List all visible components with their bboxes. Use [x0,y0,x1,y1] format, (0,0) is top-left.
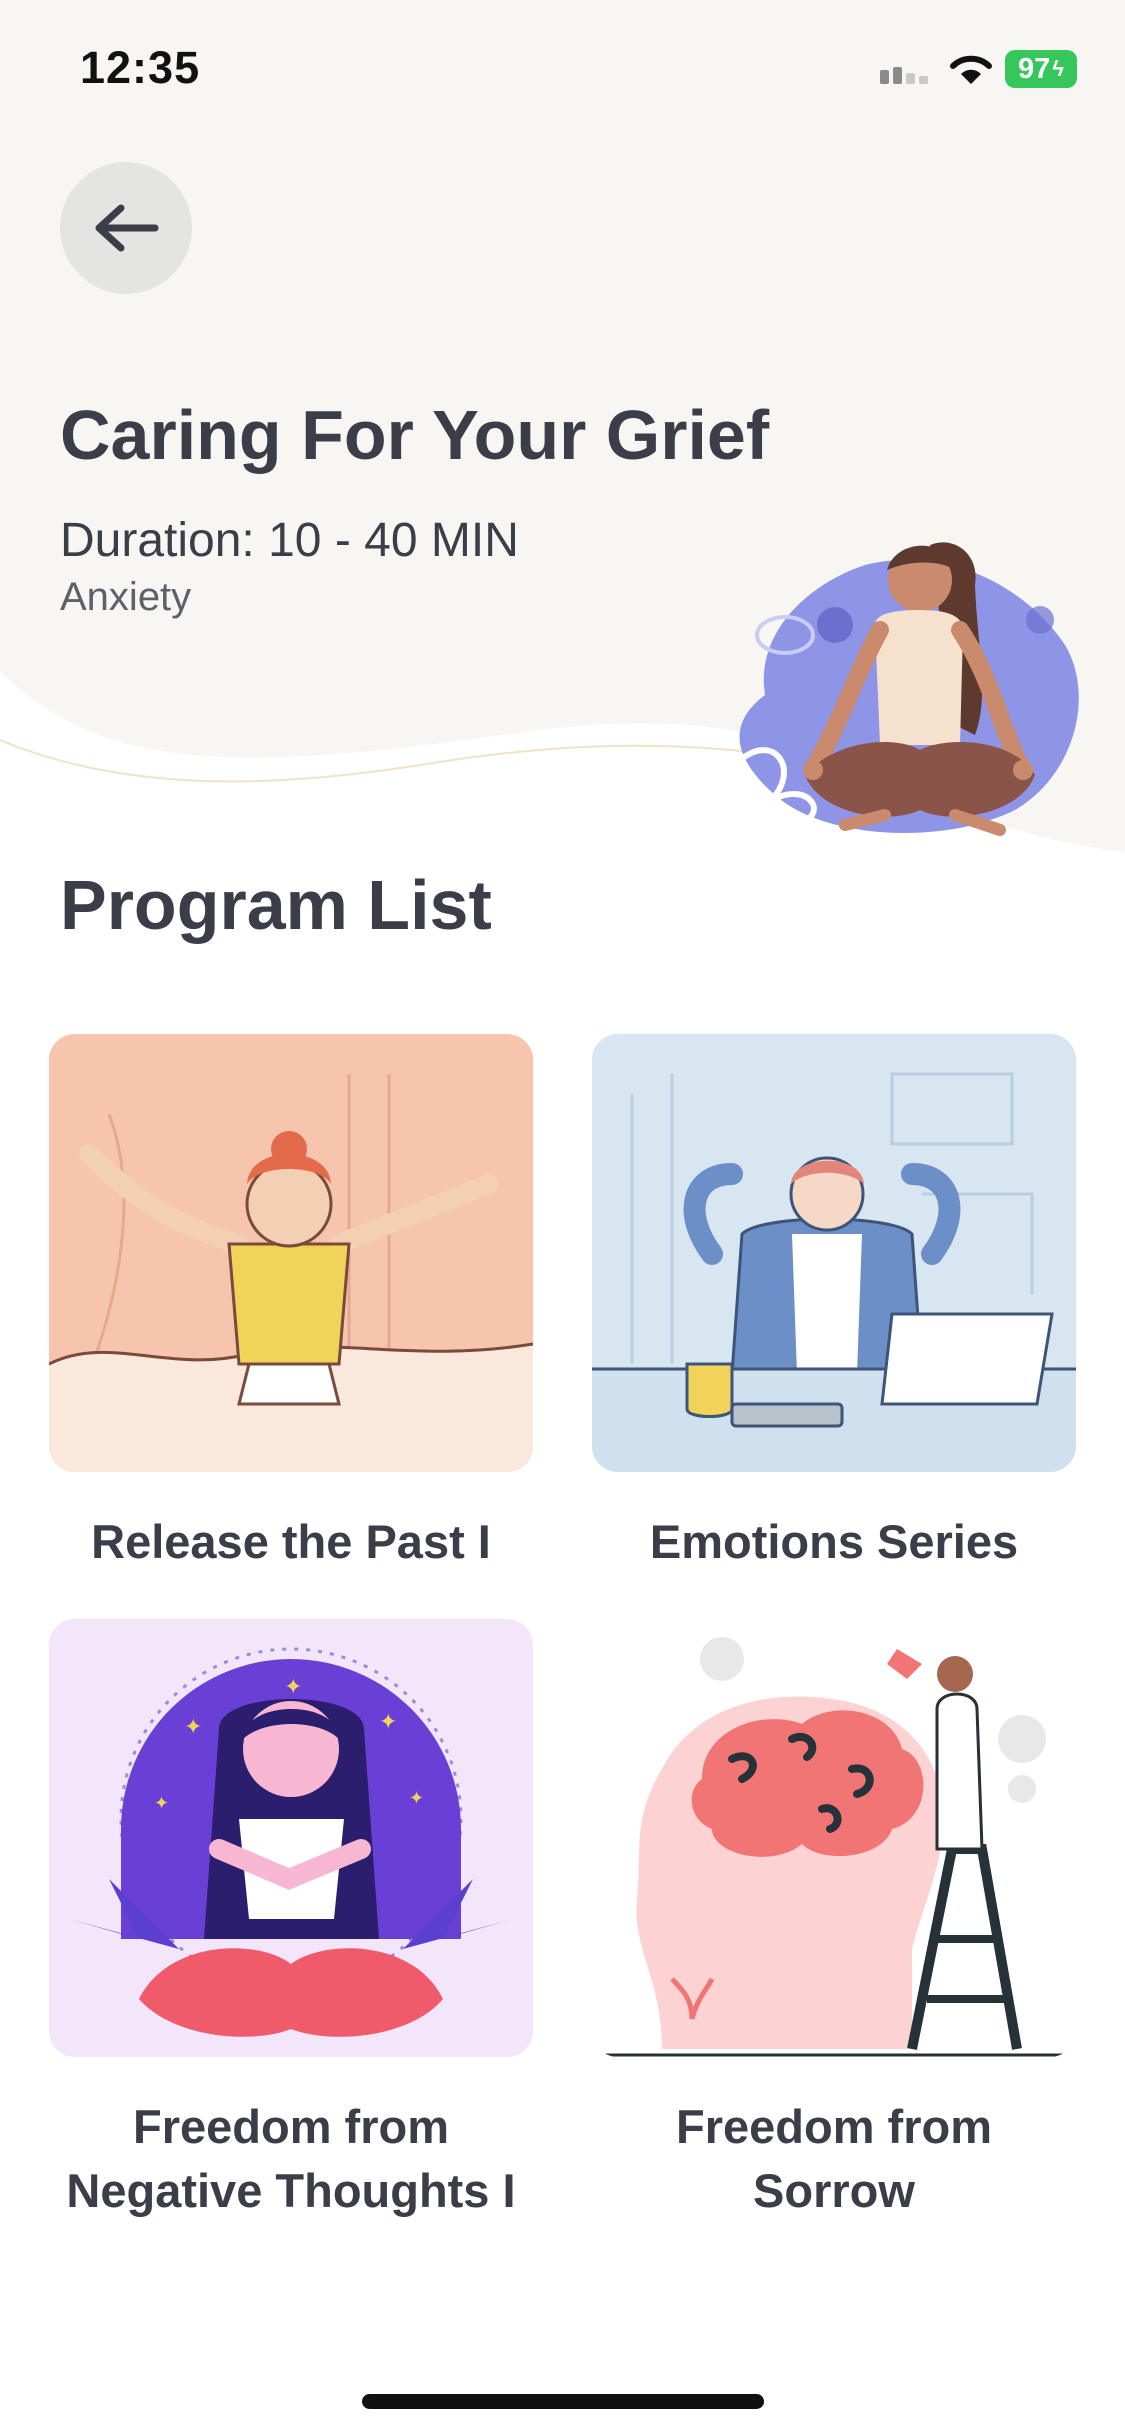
watering-brain-illustration [592,1619,1076,2057]
program-title: Release the Past I [91,1515,491,1568]
program-title: Freedom from Negative Thoughts I [66,2100,516,2217]
man-relaxing-at-desk-illustration [592,1034,1076,1472]
charging-bolt-icon: ϟ [1052,56,1064,81]
program-title: Freedom from Sorrow [676,2100,992,2217]
meditation-woman-illustration [732,542,1079,836]
status-time: 12:35 [80,42,201,93]
program-thumbnail [592,1619,1076,2057]
category-label: Anxiety [60,575,192,619]
battery-level: 97 [1018,52,1051,85]
program-card-freedom-from-negative-thoughts[interactable]: ✦ ✦ ✦ ✦ ✦ Freedom from Negative Thoughts… [49,1619,533,2223]
status-bar: 12:35 97 ϟ [0,0,1125,140]
cellular-signal-icon [880,67,928,84]
wifi-icon [950,55,992,84]
program-thumbnail: ✦ ✦ ✦ ✦ ✦ [49,1619,533,2057]
page-title: Caring For Your Grief [60,396,770,474]
battery-icon: 97 ϟ [1005,50,1077,88]
program-list-title: Program List [60,866,492,944]
svg-text:✦: ✦ [379,1710,397,1735]
program-title: Emotions Series [649,1515,1019,1568]
program-card-freedom-from-sorrow[interactable]: Freedom from Sorrow [592,1619,1076,2223]
program-card-release-the-past[interactable]: Release the Past I [49,1034,533,1574]
woman-stretching-illustration [49,1034,533,1472]
duration-label: Duration: 10 - 40 MIN [60,514,519,567]
svg-text:✦: ✦ [154,1793,169,1814]
program-card-emotions-series[interactable]: Emotions Series [592,1034,1076,1574]
home-indicator[interactable] [362,2394,764,2409]
program-thumbnail [592,1034,1076,1472]
back-button[interactable] [60,162,192,294]
svg-text:✦: ✦ [409,1788,424,1809]
svg-text:✦: ✦ [284,1675,302,1700]
arrow-left-icon [95,204,159,252]
program-thumbnail [49,1034,533,1472]
woman-praying-illustration: ✦ ✦ ✦ ✦ ✦ [49,1619,533,2057]
svg-text:✦: ✦ [184,1715,202,1740]
